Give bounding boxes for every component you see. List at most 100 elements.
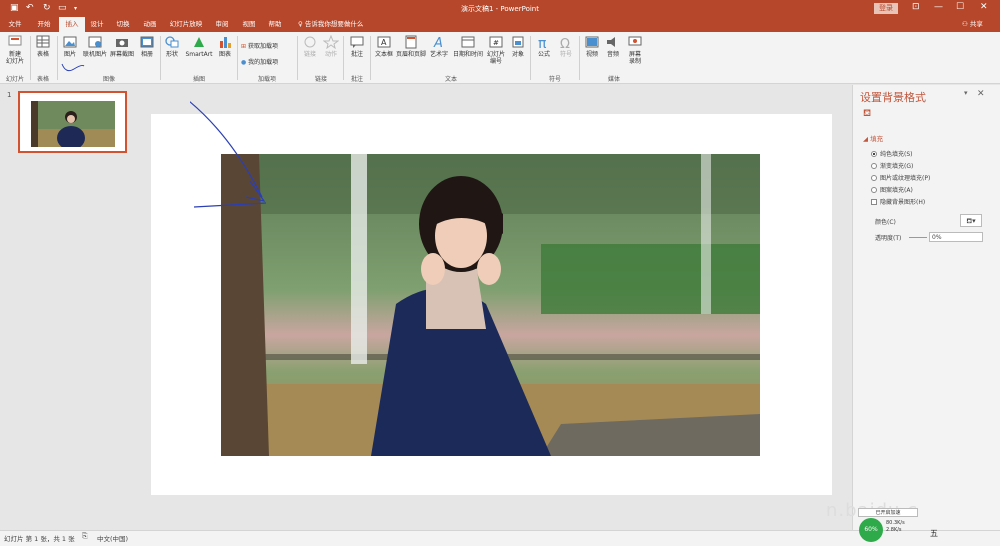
share-button[interactable]: ⚇ 共享 <box>962 17 983 32</box>
tab-animations[interactable]: 动画 <box>139 17 161 32</box>
tab-design[interactable]: 设计 <box>86 17 108 32</box>
svg-text:A: A <box>433 36 443 49</box>
get-addins-label: 获取加载项 <box>247 43 278 50</box>
datetime-button[interactable]: 日期和时间 <box>452 35 484 58</box>
audio-button[interactable]: 音频 <box>603 35 623 58</box>
slide-number-icon: # <box>489 36 503 48</box>
slide-thumbnail[interactable] <box>18 91 127 153</box>
picture-icon <box>63 36 77 48</box>
album-label: 相册 <box>140 51 153 58</box>
shapes-label: 形状 <box>165 51 178 58</box>
solid-fill-option[interactable]: 纯色填充(S) <box>871 149 913 158</box>
chart-button[interactable]: 图表 <box>215 35 235 58</box>
tab-transitions[interactable]: 切换 <box>112 17 134 32</box>
network-accelerate-box[interactable]: 已开启加速 <box>858 508 918 517</box>
screen-record-button[interactable]: 屏幕 录制 <box>624 35 646 65</box>
my-addins-button[interactable]: ● 我的加载项 <box>241 57 278 66</box>
transparency-slider[interactable] <box>909 237 927 238</box>
group-label-images: 图像 <box>102 76 115 83</box>
status-bar: 幻灯片 第 1 张，共 1 张 ⎘ 中文(中国) <box>0 530 1000 546</box>
table-icon <box>36 35 50 48</box>
action-button[interactable]: 动作 <box>321 35 341 58</box>
tab-file[interactable]: 文件 <box>4 17 26 32</box>
pattern-fill-option[interactable]: 图案填充(A) <box>871 185 913 194</box>
paint-bucket-icon[interactable]: ⛾ <box>863 108 871 121</box>
tab-view[interactable]: 视图 <box>238 17 260 32</box>
smartart-button[interactable]: SmartArt <box>184 35 214 58</box>
minimize-icon[interactable]: — <box>934 2 943 12</box>
thumbnail-photo <box>31 101 115 147</box>
object-label: 对象 <box>511 51 524 58</box>
camera-icon <box>116 39 128 47</box>
online-picture-button[interactable]: 联机图片 <box>82 35 108 58</box>
link-label: 链接 <box>303 51 316 58</box>
speaker-icon <box>607 37 615 47</box>
radio-icon <box>871 175 877 181</box>
header-footer-icon <box>405 35 417 49</box>
tab-help[interactable]: 帮助 <box>264 17 286 32</box>
ribbon: 新建 幻灯片 表格 图片 联机图片 屏幕截图 相册 形状 SmartArt 图表… <box>0 32 1000 84</box>
fill-section-header[interactable]: ◢ 填充 <box>863 133 883 143</box>
video-button[interactable]: 视频 <box>582 35 602 58</box>
gradient-fill-option[interactable]: 渐变填充(G) <box>871 161 913 170</box>
spellcheck-icon[interactable]: ⎘ <box>82 532 88 541</box>
object-button[interactable]: 对象 <box>508 35 528 58</box>
new-slide-button[interactable]: 新建 幻灯片 <box>3 35 27 65</box>
symbol-button[interactable]: Ω 符号 <box>556 35 576 58</box>
group-label-tables: 表格 <box>36 76 49 83</box>
screen-record-icon <box>628 36 642 46</box>
comment-button[interactable]: 批注 <box>346 35 368 58</box>
group-separator <box>343 36 344 80</box>
tab-slideshow[interactable]: 幻灯片放映 <box>168 17 204 32</box>
language-status[interactable]: 中文(中国) <box>97 533 128 543</box>
header-footer-button[interactable]: 页眉和页脚 <box>396 35 426 58</box>
maximize-icon[interactable]: ☐ <box>956 2 964 12</box>
pane-title: 设置背景格式 <box>860 91 926 104</box>
shapes-button[interactable]: 形状 <box>162 35 182 58</box>
object-icon <box>512 36 524 48</box>
picture-button[interactable]: 图片 <box>59 35 81 58</box>
group-label-text: 文本 <box>444 76 457 83</box>
ribbon-display-icon[interactable]: ⊡ <box>912 2 920 12</box>
get-addins-button[interactable]: ⊞ 获取加载项 <box>241 41 278 50</box>
slide-thumbnail-pane: 1 <box>0 85 140 530</box>
pane-options-icon[interactable]: ▾ <box>964 89 968 97</box>
link-button[interactable]: 链接 <box>300 35 320 58</box>
album-button[interactable]: 相册 <box>137 35 157 58</box>
group-label-links: 链接 <box>314 76 327 83</box>
picture-label: 图片 <box>63 51 76 58</box>
ime-indicator[interactable]: 五 <box>930 528 938 539</box>
slide-number-button[interactable]: # 幻灯片 编号 <box>485 35 507 65</box>
smartart-label: SmartArt <box>185 51 213 58</box>
picture-fill-option[interactable]: 图片或纹理填充(P) <box>871 173 930 182</box>
share-label: 共享 <box>969 20 983 28</box>
header-footer-label: 页眉和页脚 <box>396 51 427 58</box>
pane-close-icon[interactable]: ✕ <box>977 89 985 99</box>
login-button[interactable]: 登录 <box>874 3 898 14</box>
group-separator <box>57 36 58 80</box>
hide-background-option[interactable]: 隐藏背景图形(H) <box>871 197 925 206</box>
group-separator <box>579 36 580 80</box>
shapes-icon <box>165 36 179 48</box>
color-picker-button[interactable]: ⛾▾ <box>960 214 982 227</box>
star-action-icon <box>323 35 339 49</box>
tab-insert[interactable]: 插入 <box>59 17 85 32</box>
comment-label: 批注 <box>350 51 363 58</box>
group-separator <box>297 36 298 80</box>
tab-review[interactable]: 审阅 <box>211 17 233 32</box>
wordart-button[interactable]: A 艺术字 <box>427 35 451 58</box>
ribbon-tab-bar: 文件 开始 插入 设计 切换 动画 幻灯片放映 审阅 视图 帮助 ♀ 告诉我你想… <box>0 17 1000 32</box>
textbox-icon: A <box>377 36 391 48</box>
video-icon <box>585 36 599 48</box>
equation-button[interactable]: π 公式 <box>533 35 555 58</box>
network-gauge[interactable]: 60% <box>859 518 883 542</box>
tell-me-search[interactable]: ♀ 告诉我你想要做什么 <box>298 17 363 32</box>
store-icon: ⊞ <box>241 43 248 50</box>
textbox-button[interactable]: A 文本框 <box>373 35 395 58</box>
hand-drawn-underline <box>61 63 85 72</box>
screenshot-button[interactable]: 屏幕截图 <box>109 35 135 58</box>
transparency-input[interactable]: 0% <box>929 232 983 242</box>
close-icon[interactable]: ✕ <box>980 2 988 12</box>
table-button[interactable]: 表格 <box>32 35 54 58</box>
tab-home[interactable]: 开始 <box>31 17 57 32</box>
